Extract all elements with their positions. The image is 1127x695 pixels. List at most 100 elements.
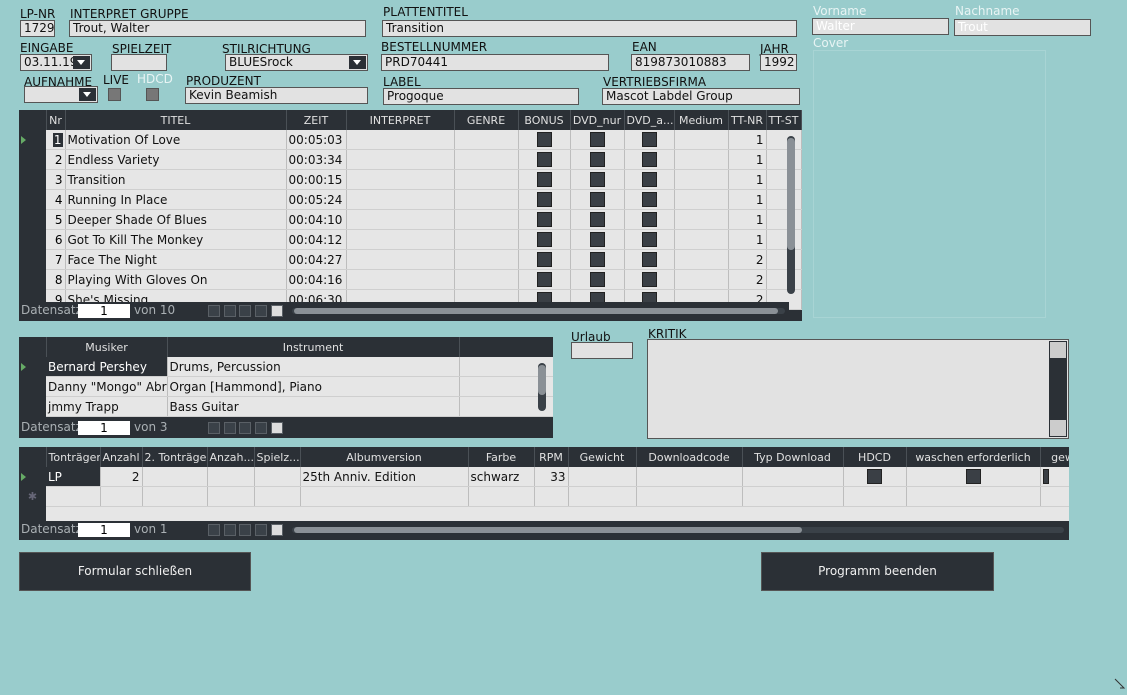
dvd-a-checkbox[interactable] (641, 192, 657, 207)
record-number-input[interactable]: 1 (78, 421, 130, 435)
cell-instrument[interactable]: Bass Guitar (167, 396, 460, 417)
column-header[interactable]: GENRE (454, 110, 519, 130)
cell-tt-st[interactable] (766, 169, 802, 190)
cell-tt-nr[interactable]: 1 (728, 130, 767, 150)
cell-nr[interactable]: 8 (46, 269, 66, 290)
table-row[interactable]: 2 Endless Variety 00:03:34 1 (19, 149, 802, 170)
cell-typ-download[interactable] (742, 467, 844, 487)
cell-interpret[interactable] (346, 189, 455, 210)
dvd-a-checkbox[interactable] (641, 172, 657, 187)
prev-record-button[interactable] (224, 524, 236, 536)
cell-interpret[interactable] (346, 269, 455, 290)
eingabe-date-picker[interactable]: 03.11.19 (20, 54, 92, 71)
row-indicator[interactable] (19, 269, 46, 290)
gew-checkbox[interactable] (1042, 469, 1049, 484)
cell-dvd-nur[interactable] (570, 209, 625, 230)
row-indicator[interactable] (19, 209, 46, 230)
cell-dvd-nur[interactable] (570, 269, 625, 290)
scrollbar-thumb[interactable] (294, 308, 778, 314)
cell-musiker[interactable]: jmmy Trapp (46, 396, 168, 417)
cell-medium[interactable] (674, 209, 729, 230)
cell-farbe[interactable]: schwarz (468, 467, 535, 487)
new-record-button[interactable] (271, 422, 283, 434)
table-row[interactable]: LP 2 25th Anniv. Edition schwarz 33 (19, 467, 1069, 487)
cell-interpret[interactable] (346, 209, 455, 230)
cell-titel[interactable]: Got To Kill The Monkey (65, 229, 287, 250)
dvd-a-checkbox[interactable] (641, 252, 657, 267)
new-row[interactable]: ✱ (19, 486, 1069, 507)
cell-tt-nr[interactable]: 2 (728, 249, 767, 270)
cell-gew[interactable] (1040, 467, 1069, 487)
chevron-down-icon[interactable] (349, 56, 366, 69)
scrollbar-thumb[interactable] (787, 138, 795, 250)
next-record-button[interactable] (239, 305, 251, 317)
cell-dvd-a[interactable] (624, 130, 675, 150)
column-header[interactable]: TT-ST (766, 110, 802, 130)
cell-medium[interactable] (674, 229, 729, 250)
cell-tontraeger[interactable]: LP (46, 467, 101, 487)
dvd-nur-checkbox[interactable] (589, 152, 605, 167)
cell-dvd-nur[interactable] (570, 189, 625, 210)
table-row[interactable]: 8 Playing With Gloves On 00:04:16 2 (19, 269, 802, 290)
close-form-button[interactable]: Formular schließen (19, 552, 251, 591)
table-row[interactable]: Bernard Pershey Drums, Percussion (19, 357, 553, 377)
cell-medium[interactable] (674, 249, 729, 270)
cell-nr[interactable]: 4 (46, 189, 66, 210)
cell-titel[interactable]: Endless Variety (65, 149, 287, 170)
cell-dvd-a[interactable] (624, 249, 675, 270)
label-field[interactable]: Progoque (383, 88, 579, 105)
next-record-button[interactable] (239, 422, 251, 434)
record-number-input[interactable]: 1 (78, 523, 130, 537)
cell-titel[interactable]: Running In Place (65, 189, 287, 210)
column-header[interactable]: Albumversion (300, 447, 469, 467)
aufnahme-select[interactable] (24, 86, 98, 103)
urlaub-field[interactable] (571, 342, 633, 359)
cell-genre[interactable] (454, 269, 519, 290)
cell-genre[interactable] (454, 149, 519, 170)
kritik-scrollbar[interactable] (1049, 341, 1067, 437)
cell-hdcd[interactable] (843, 467, 907, 487)
column-header[interactable]: TT-NR (728, 110, 767, 130)
cell-spielzeit[interactable] (254, 467, 301, 487)
first-record-button[interactable] (208, 422, 220, 434)
column-header[interactable]: 2. Tonträger (142, 447, 208, 467)
column-header[interactable]: DVD_nur (570, 110, 625, 130)
vertriebsfirma-field[interactable]: Mascot Labdel Group (602, 88, 800, 105)
column-header[interactable]: Gewicht (568, 447, 637, 467)
cell-titel[interactable]: Transition (65, 169, 287, 190)
row-indicator[interactable] (19, 169, 46, 190)
cell-nr[interactable]: 3 (46, 169, 66, 190)
chevron-down-icon[interactable] (79, 88, 96, 101)
cell-instrument[interactable]: Drums, Percussion (167, 357, 460, 377)
cell-dvd-nur[interactable] (570, 229, 625, 250)
cell-nr[interactable]: 2 (46, 149, 66, 170)
cell-interpret[interactable] (346, 169, 455, 190)
dvd-a-checkbox[interactable] (641, 132, 657, 147)
cell-waschen[interactable] (906, 467, 1041, 487)
table-row[interactable]: 1 Motivation Of Love 00:05:03 1 (19, 130, 802, 150)
hdcd-checkbox[interactable] (867, 469, 882, 484)
cell-anzahl[interactable]: 2 (100, 467, 143, 487)
cell-dvd-a[interactable] (624, 189, 675, 210)
dvd-nur-checkbox[interactable] (589, 252, 605, 267)
cell-bonus[interactable] (518, 169, 571, 190)
cell-interpret[interactable] (346, 229, 455, 250)
column-header[interactable]: Tonträger (46, 447, 101, 467)
cell-genre[interactable] (454, 189, 519, 210)
cell-bonus[interactable] (518, 229, 571, 250)
cell-zeit[interactable]: 00:03:34 (286, 149, 347, 170)
table-row[interactable]: 5 Deeper Shade Of Blues 00:04:10 1 (19, 209, 802, 230)
cell-albumversion[interactable]: 25th Anniv. Edition (300, 467, 469, 487)
cell-zeit[interactable]: 00:04:27 (286, 249, 347, 270)
table-row[interactable]: 4 Running In Place 00:05:24 1 (19, 189, 802, 210)
column-header[interactable]: Anzahl (100, 447, 143, 467)
cell-titel[interactable]: Deeper Shade Of Blues (65, 209, 287, 230)
tracks-horizontal-scrollbar[interactable] (292, 308, 785, 314)
cell-bonus[interactable] (518, 130, 571, 150)
spielzeit-field[interactable] (111, 54, 167, 71)
cell-tt-st[interactable] (766, 229, 802, 250)
bonus-checkbox[interactable] (536, 152, 552, 167)
row-indicator[interactable] (19, 130, 46, 150)
row-indicator[interactable] (19, 396, 46, 417)
dvd-nur-checkbox[interactable] (589, 172, 605, 187)
